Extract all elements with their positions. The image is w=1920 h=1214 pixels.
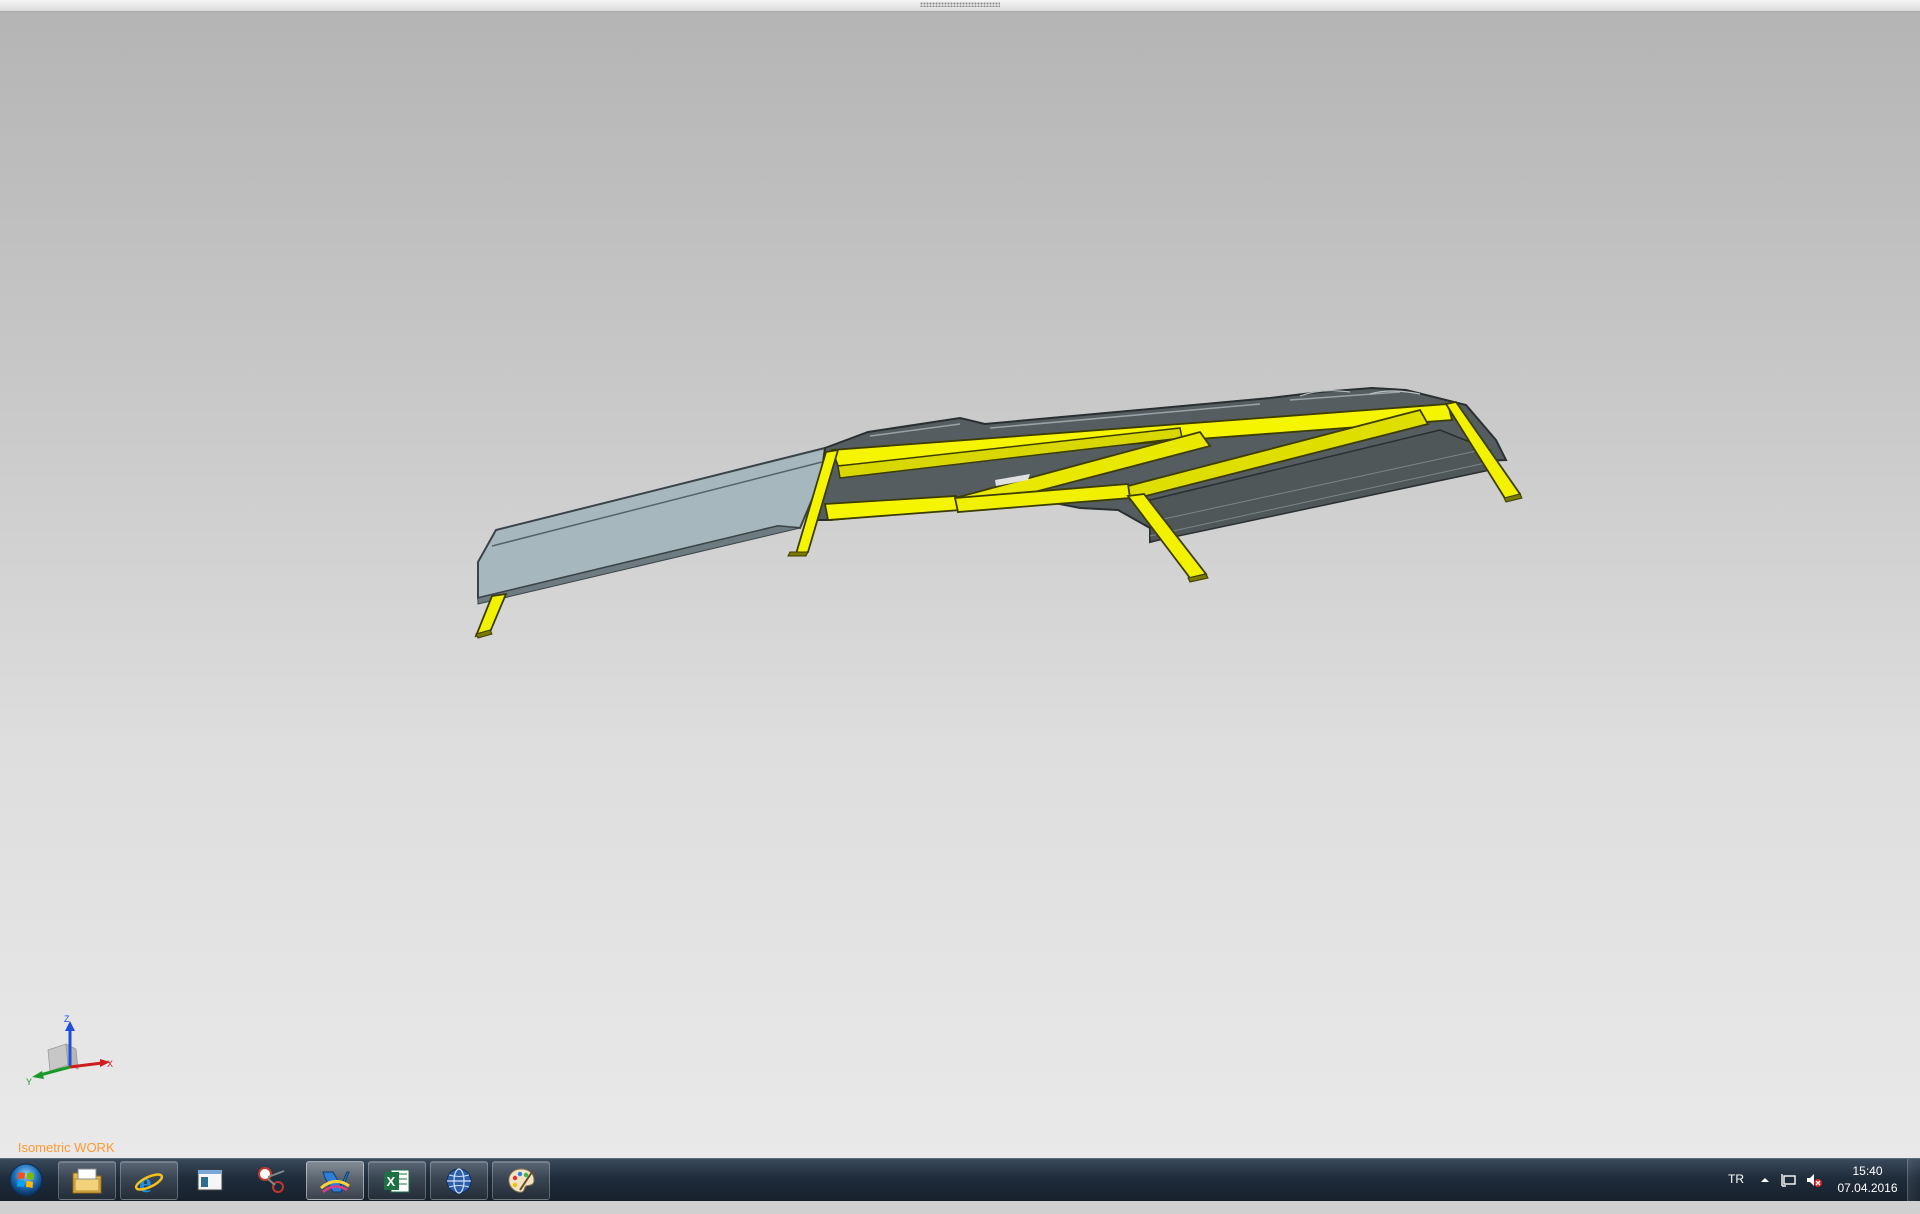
- window-icon: [197, 1169, 223, 1190]
- folder-icon: [72, 1168, 102, 1193]
- svg-text:X: X: [387, 1174, 396, 1189]
- taskbar-excel[interactable]: X: [368, 1161, 426, 1200]
- axis-triad[interactable]: Z X Y: [20, 1015, 120, 1095]
- show-hidden-icons-icon[interactable]: [1756, 1171, 1774, 1189]
- taskbar-internet-explorer[interactable]: e: [120, 1161, 178, 1200]
- palette-icon: [508, 1167, 535, 1193]
- view-name-label: Isometric WORK: [7, 1140, 115, 1155]
- taskbar-explorer[interactable]: [58, 1161, 116, 1200]
- language-indicator[interactable]: TR: [1728, 1172, 1744, 1214]
- system-clock[interactable]: 15:40 07.04.2016: [1830, 1163, 1905, 1197]
- clock-time: 15:40: [1852, 1164, 1883, 1178]
- excel-icon: X: [384, 1169, 410, 1192]
- spoiler-panel-light: [477, 446, 830, 600]
- 3d-model[interactable]: [0, 0, 1920, 1158]
- taskbar: e X TR 15:40 07.04.2016: [0, 1158, 1920, 1201]
- start-button[interactable]: [2, 1160, 50, 1200]
- globe-icon: [446, 1167, 472, 1194]
- 3d-viewport[interactable]: Z X Y Isometric WORK: [0, 0, 1920, 1158]
- taskbar-nx-cad[interactable]: [306, 1161, 364, 1200]
- taskbar-window-app[interactable]: [182, 1161, 238, 1198]
- y-axis-label: Y: [26, 1077, 32, 1087]
- taskbar-browser[interactable]: [430, 1161, 488, 1200]
- taskbar-paint[interactable]: [492, 1161, 550, 1200]
- taskbar-snipping-tool[interactable]: [244, 1161, 300, 1198]
- clock-date: 07.04.2016: [1837, 1181, 1898, 1195]
- z-axis-label: Z: [64, 1015, 70, 1024]
- volume-muted-icon[interactable]: [1805, 1171, 1823, 1189]
- action-center-icon[interactable]: [1780, 1171, 1798, 1189]
- show-desktop-button[interactable]: [1907, 1159, 1920, 1201]
- windows-orb-icon: [9, 1163, 43, 1197]
- internet-explorer-icon: e: [134, 1168, 164, 1196]
- nx-icon: [320, 1171, 350, 1193]
- x-axis-label: X: [107, 1059, 113, 1069]
- scissors-icon: [258, 1166, 285, 1193]
